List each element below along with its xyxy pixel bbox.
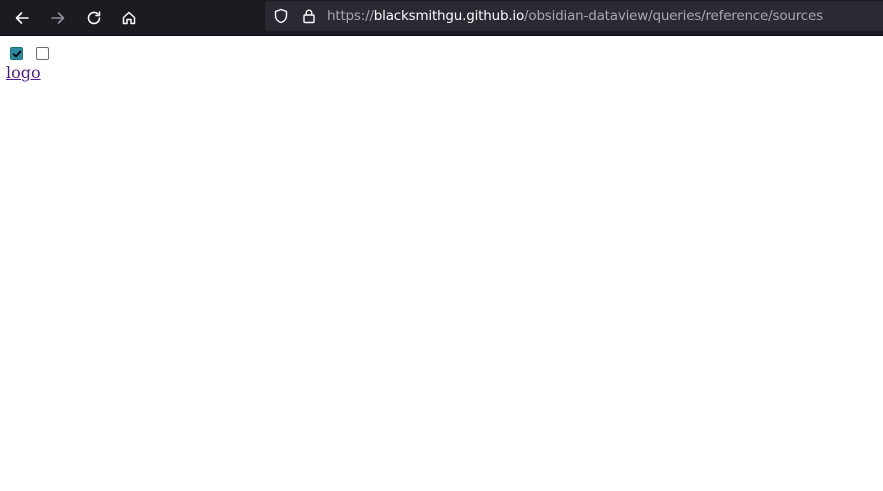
- url-bar[interactable]: https://blacksmithgu.github.io/obsidian-…: [265, 1, 883, 31]
- reload-button[interactable]: [80, 4, 108, 32]
- url-text[interactable]: https://blacksmithgu.github.io/obsidian-…: [327, 1, 823, 31]
- url-host: blacksmithgu.github.io: [373, 8, 525, 24]
- logo-link[interactable]: logo: [6, 63, 41, 82]
- checkbox-checked[interactable]: [10, 47, 23, 60]
- shield-icon[interactable]: [273, 8, 289, 24]
- arrow-left-icon: [15, 12, 29, 24]
- url-scheme: https://: [327, 8, 374, 24]
- back-button[interactable]: [8, 4, 36, 32]
- url-path: /obsidian-dataview/queries/reference/sou…: [524, 8, 823, 24]
- home-button[interactable]: [115, 4, 143, 32]
- arrow-right-icon: [51, 12, 65, 24]
- checkmark-icon: [12, 50, 22, 58]
- browser-toolbar: https://blacksmithgu.github.io/obsidian-…: [0, 0, 883, 36]
- reload-icon: [87, 11, 101, 25]
- lock-icon[interactable]: [301, 8, 317, 24]
- page-content: logo: [0, 36, 883, 491]
- forward-button[interactable]: [44, 4, 72, 32]
- checkbox-unchecked[interactable]: [36, 47, 49, 60]
- home-icon: [122, 11, 136, 25]
